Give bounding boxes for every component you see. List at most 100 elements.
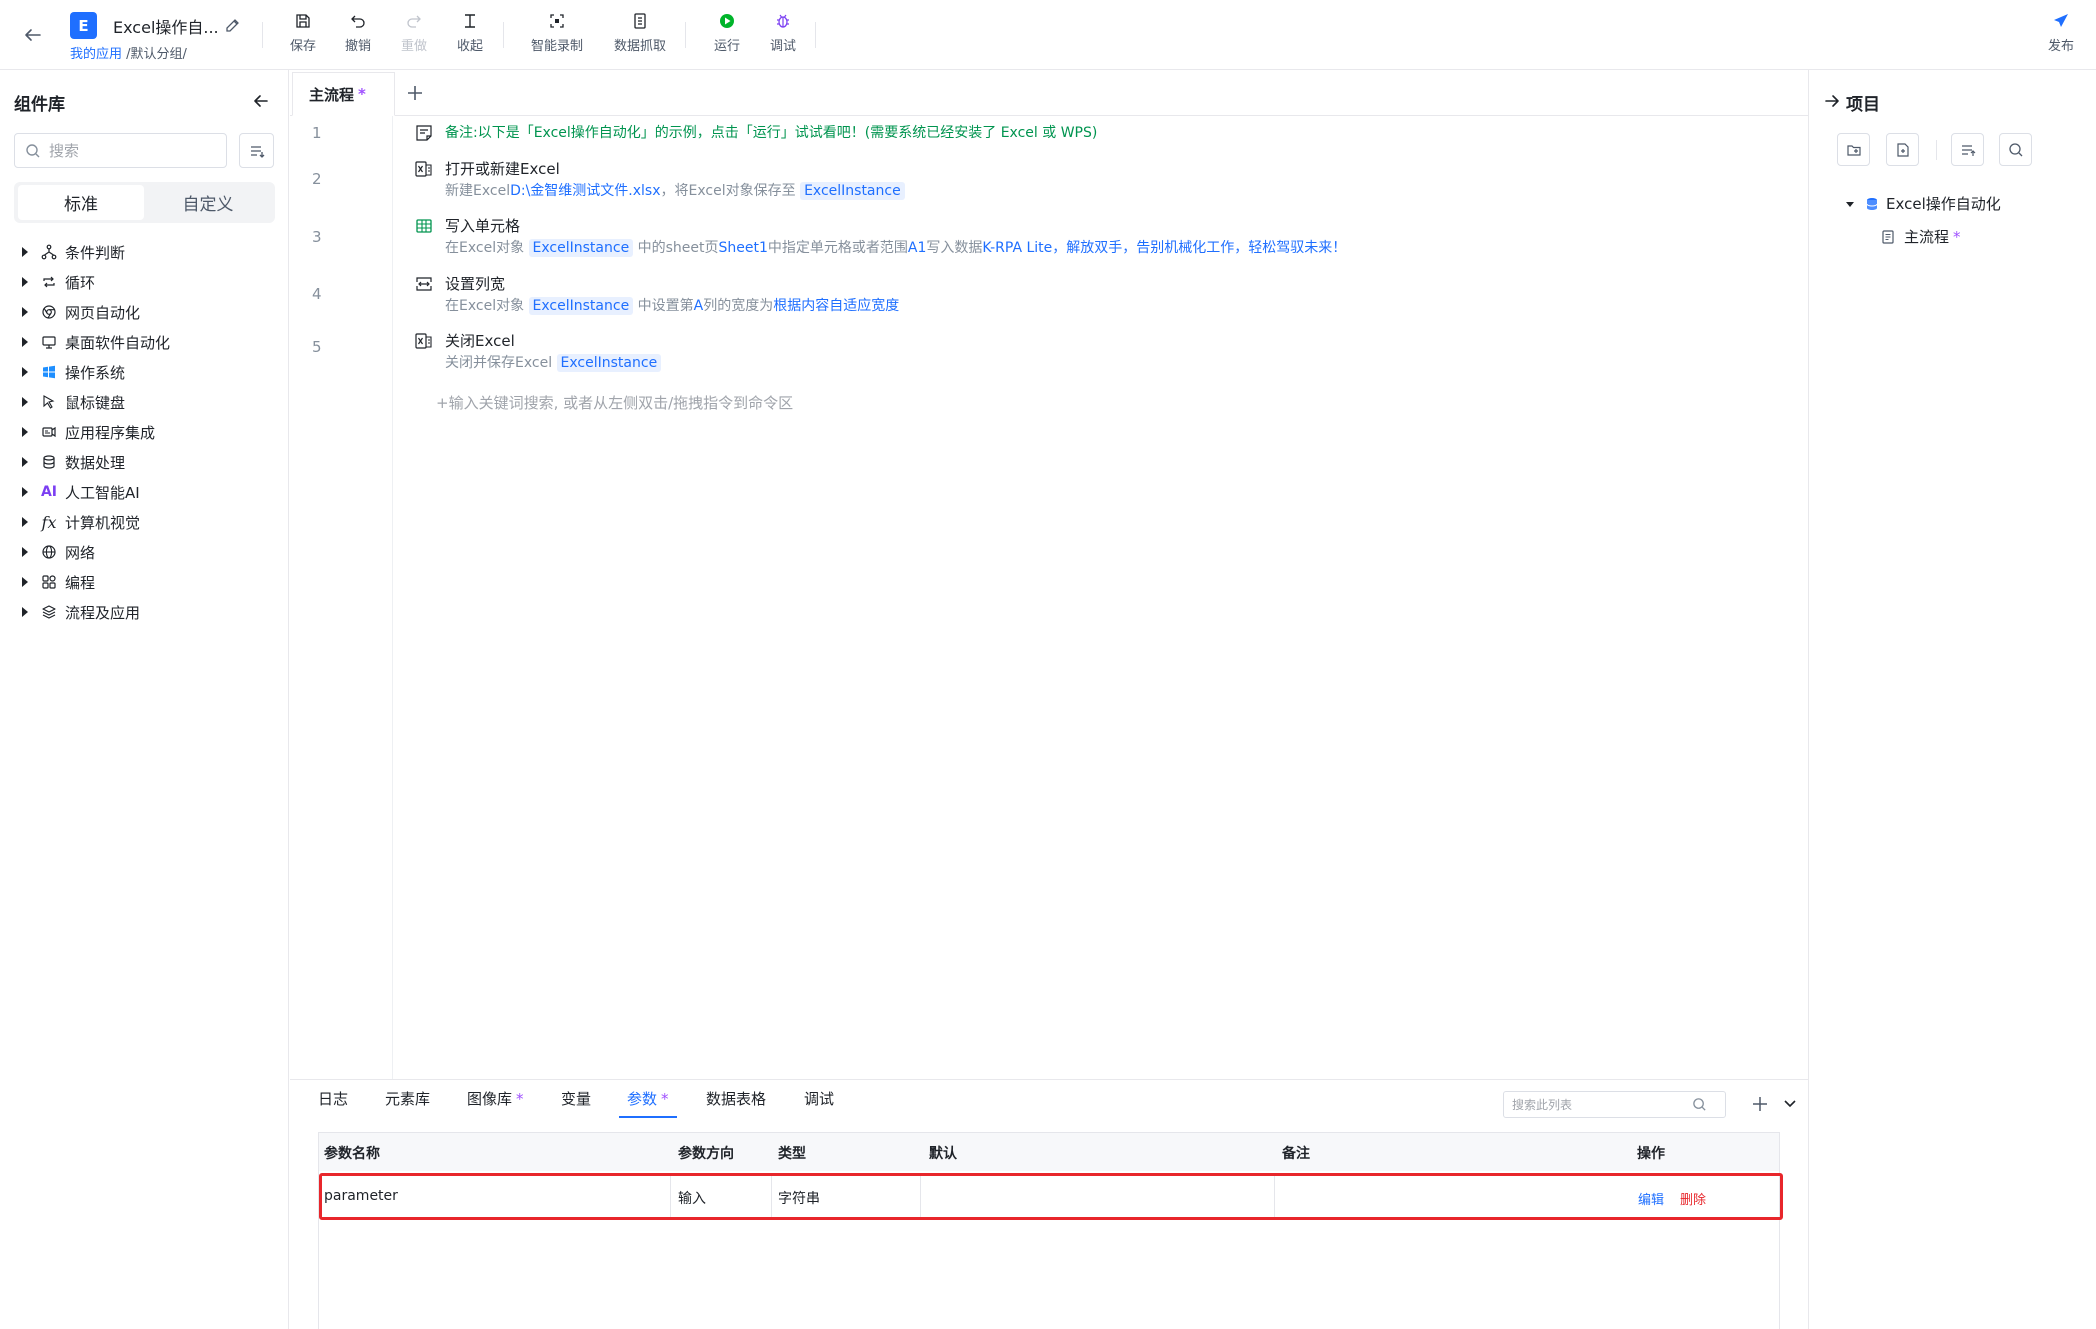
variable-chip[interactable]: ExcelInstance — [528, 297, 634, 315]
line-number-gutter — [290, 116, 393, 1079]
collapse-panel-arrow-icon[interactable] — [250, 90, 272, 112]
category-programming[interactable]: 编程 — [22, 571, 95, 593]
edit-title-icon[interactable] — [224, 16, 242, 34]
category-ai[interactable]: AI 人工智能AI — [22, 481, 140, 503]
bug-icon — [777, 14, 789, 28]
smart-record-button[interactable]: 智能录制 — [531, 12, 583, 54]
data-scrape-button[interactable]: 数据抓取 — [614, 12, 666, 54]
ai-icon: AI — [40, 484, 58, 500]
step-desc-open-excel: 新建ExcelD:\金智维测试文件.xlsx，将Excel对象保存至 Excel… — [445, 180, 905, 200]
tab-label: 主流程 — [309, 85, 355, 104]
sort-icon — [250, 145, 264, 158]
comment-step[interactable]: 备注:以下是「Excel操作自动化」的示例，点击「运行」试试看吧！(需要系统已经… — [445, 122, 1097, 142]
category-label: 流程及应用 — [65, 603, 141, 622]
tab-main-flow[interactable]: 主流程 * — [292, 72, 395, 116]
category-label: 网页自动化 — [65, 303, 141, 322]
tab-image-library[interactable]: 图像库 * — [467, 1088, 524, 1118]
category-os[interactable]: 操作系统 — [22, 361, 125, 383]
search-icon — [1693, 1098, 1706, 1111]
breadcrumb: 我的应用 /默认分组/ — [70, 43, 187, 62]
column-header-type: 类型 — [778, 1146, 806, 1162]
breadcrumb-my-apps[interactable]: 我的应用 — [70, 47, 122, 62]
smart-record-label: 智能录制 — [531, 39, 584, 54]
tab-debug[interactable]: 调试 — [804, 1088, 834, 1118]
library-sort-button[interactable] — [239, 133, 274, 168]
loop-icon — [40, 273, 58, 291]
search-icon — [2008, 142, 2022, 156]
flow-tab-bar — [290, 70, 1808, 116]
column-header-name: 参数名称 — [324, 1146, 380, 1162]
step-title-open-excel[interactable]: 打开或新建Excel — [445, 158, 560, 179]
database-icon — [40, 453, 58, 471]
category-label: 鼠标键盘 — [65, 393, 126, 412]
back-arrow-icon[interactable] — [20, 22, 46, 48]
list-search — [1503, 1091, 1726, 1118]
step-desc-close-excel: 关闭并保存Excel ExcelInstance — [445, 352, 662, 372]
run-button[interactable]: 运行 — [714, 12, 740, 54]
category-label: 操作系统 — [65, 363, 126, 382]
category-data-processing[interactable]: 数据处理 — [22, 451, 125, 473]
step-title-write-cell[interactable]: 写入单元格 — [445, 215, 520, 236]
tree-item-main-flow[interactable]: 主流程 * — [1880, 226, 1961, 247]
toolbar-divider — [503, 22, 504, 48]
category-computer-vision[interactable]: fx 计算机视觉 — [22, 511, 140, 533]
caret-down-icon — [1846, 201, 1854, 207]
save-label: 保存 — [290, 39, 317, 54]
tab-data-tables[interactable]: 数据表格 — [706, 1088, 766, 1118]
library-search-input[interactable] — [49, 141, 199, 160]
search-icon — [26, 143, 40, 157]
category-flows-apps[interactable]: 流程及应用 — [22, 601, 140, 623]
category-web[interactable]: 网页自动化 — [22, 301, 140, 323]
redo-button[interactable]: 重做 — [401, 12, 427, 54]
variable-chip[interactable]: ExcelInstance — [556, 354, 662, 372]
step-title-set-column-width[interactable]: 设置列宽 — [445, 273, 505, 294]
save-button[interactable]: 保存 — [290, 12, 316, 54]
tab-standard[interactable]: 标准 — [18, 185, 144, 220]
app-title: Excel操作自... — [113, 18, 219, 37]
command-input-hint[interactable]: +输入关键词搜索, 或者从左侧双击/拖拽指令到命令区 — [436, 392, 793, 413]
function-icon: fx — [41, 512, 57, 532]
toolbar-divider — [262, 22, 263, 48]
undo-button[interactable]: 撤销 — [345, 12, 371, 54]
data-scrape-icon — [634, 13, 646, 29]
category-app-integration[interactable]: 应用程序集成 — [22, 421, 155, 443]
column-header-actions: 操作 — [1637, 1146, 1665, 1162]
line-number: 5 — [312, 338, 322, 356]
chevron-down-icon[interactable] — [1780, 1093, 1800, 1113]
list-search-input[interactable] — [1512, 1097, 1692, 1112]
expand-panel-arrow-icon[interactable] — [1822, 91, 1842, 111]
tab-custom[interactable]: 自定义 — [145, 185, 271, 220]
category-label: 计算机视觉 — [65, 513, 141, 532]
redo-label: 重做 — [401, 39, 428, 54]
tab-log[interactable]: 日志 — [318, 1088, 348, 1118]
table-row-highlight — [319, 1173, 1783, 1220]
variable-chip[interactable]: ExcelInstance — [528, 239, 634, 257]
debug-button[interactable]: 调试 — [770, 12, 796, 54]
variable-chip[interactable]: ExcelInstance — [800, 182, 905, 200]
tab-element-library[interactable]: 元素库 — [385, 1088, 430, 1118]
tree-item-project[interactable]: Excel操作自动化 — [1844, 193, 2001, 214]
publish-button[interactable]: 发布 — [2048, 12, 2074, 54]
browser-icon — [40, 303, 58, 321]
new-folder-button[interactable] — [1837, 133, 1870, 166]
file-add-icon — [1896, 142, 1909, 157]
step-desc-write-cell: 在Excel对象 ExcelInstance 中的sheet页Sheet1中指定… — [445, 239, 1347, 257]
line-number: 1 — [312, 124, 322, 142]
modified-marker: * — [516, 1090, 524, 1108]
tab-variables[interactable]: 变量 — [561, 1088, 591, 1118]
add-parameter-plus-icon[interactable] — [1749, 1093, 1771, 1115]
category-network[interactable]: 网络 — [22, 541, 95, 563]
new-flow-button[interactable] — [1886, 133, 1919, 166]
step-title-close-excel[interactable]: 关闭Excel — [445, 330, 515, 351]
category-loop[interactable]: 循环 — [22, 271, 95, 293]
run-icon — [720, 14, 734, 28]
excel-close-icon — [414, 331, 434, 351]
sort-tree-button[interactable] — [1951, 133, 1984, 166]
tab-parameters[interactable]: 参数 * — [619, 1088, 677, 1118]
category-condition[interactable]: 条件判断 — [22, 241, 125, 263]
add-tab-plus-icon[interactable] — [404, 82, 426, 104]
collapse-button[interactable]: 收起 — [457, 12, 483, 54]
search-tree-button[interactable] — [1999, 133, 2032, 166]
category-mouse-keyboard[interactable]: 鼠标键盘 — [22, 391, 125, 413]
category-desktop[interactable]: 桌面软件自动化 — [22, 331, 170, 353]
